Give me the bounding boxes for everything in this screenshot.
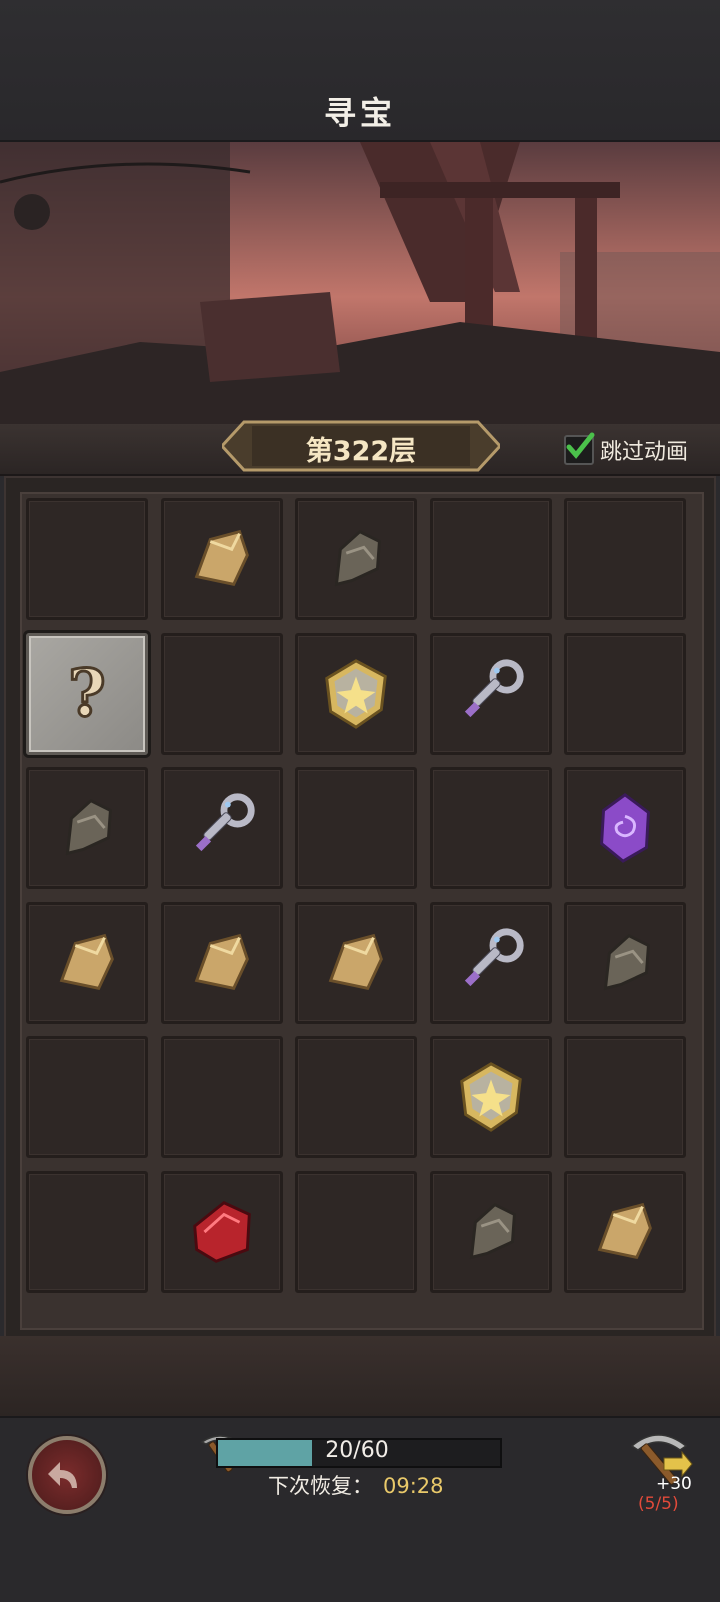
grid-cell[interactable]: [429, 767, 552, 889]
grid-cell[interactable]: [429, 1170, 552, 1293]
gold-badge-icon: [459, 1062, 522, 1132]
checkbox[interactable]: [564, 432, 595, 465]
grid-cell[interactable]: [295, 1170, 417, 1293]
key-icon: [195, 793, 255, 852]
recover-timer: 下次恢复： 09:28: [268, 1470, 444, 1500]
grid-cell[interactable]: [26, 1036, 148, 1158]
grid-cell[interactable]: [26, 767, 148, 889]
grid-cell[interactable]: [160, 632, 283, 755]
grid-cell[interactable]: [295, 901, 417, 1024]
grid-cell[interactable]: [160, 901, 283, 1024]
gold-badge-icon: [325, 658, 387, 729]
grid-cell[interactable]: [429, 498, 552, 620]
grid-cell[interactable]: [295, 632, 417, 755]
svg-text:?: ?: [68, 656, 106, 731]
gold-ore-icon: [194, 529, 249, 587]
grid-cell[interactable]: [564, 767, 686, 889]
grid-cell[interactable]: [26, 1170, 148, 1293]
board-grid: ?: [20, 492, 704, 1330]
gold-ore-icon: [194, 933, 249, 990]
gold-ore-icon: [328, 933, 383, 990]
grid-cell[interactable]: [295, 767, 417, 889]
question-mark-icon: ?: [67, 655, 108, 733]
grid-cell[interactable]: [160, 1036, 283, 1158]
grid-cell[interactable]: [295, 1036, 417, 1158]
grid-cell[interactable]: [26, 901, 148, 1024]
level-label: 第322层: [305, 436, 417, 467]
grid-cell[interactable]: [160, 498, 283, 620]
skip-animation-toggle[interactable]: 跳过动画: [564, 432, 689, 467]
stamina-text: 20/60: [325, 1438, 389, 1463]
recover-label: 下次恢复：: [268, 1474, 373, 1498]
back-arrow-icon: [48, 1462, 77, 1488]
grid-cell[interactable]: [429, 1036, 552, 1158]
pickaxe-count-label: (5/5): [638, 1494, 679, 1514]
treasure-board: ?: [4, 476, 716, 1340]
purple-gem-icon: [600, 793, 650, 863]
grid-cell[interactable]: [564, 632, 686, 755]
recover-time: 09:28: [383, 1474, 444, 1498]
key-icon: [464, 658, 524, 717]
grid-cell[interactable]: [429, 901, 552, 1024]
stone-ore-icon: [469, 1202, 516, 1259]
page-title: 寻宝: [323, 94, 396, 132]
skip-animation-label: 跳过动画: [600, 440, 689, 465]
red-gem-icon: [192, 1200, 251, 1263]
scene-illustration: [0, 140, 720, 426]
grid-cell[interactable]: [429, 632, 552, 755]
grid-cell[interactable]: [564, 1036, 686, 1158]
grid-cell[interactable]: [295, 498, 417, 620]
stone-ore-icon: [65, 798, 112, 856]
grid-cell[interactable]: [160, 767, 283, 889]
key-icon: [464, 927, 524, 986]
gold-ore-icon: [597, 1202, 652, 1259]
checkmark-icon: [566, 432, 595, 459]
grid-cell[interactable]: [26, 498, 148, 620]
grid-cell[interactable]: [564, 498, 686, 620]
grid-cell[interactable]: [564, 901, 686, 1024]
stone-ore-icon: [334, 529, 381, 587]
back-button[interactable]: [28, 1436, 106, 1514]
grid-cell[interactable]: [160, 1170, 283, 1293]
board-footer: [0, 1336, 720, 1416]
grid-cell[interactable]: [564, 1170, 686, 1293]
gold-ore-icon: [59, 933, 114, 990]
stone-ore-icon: [603, 933, 650, 990]
grid-cell[interactable]: ?: [26, 632, 148, 755]
pickaxe-plus-label: +30: [656, 1474, 692, 1494]
